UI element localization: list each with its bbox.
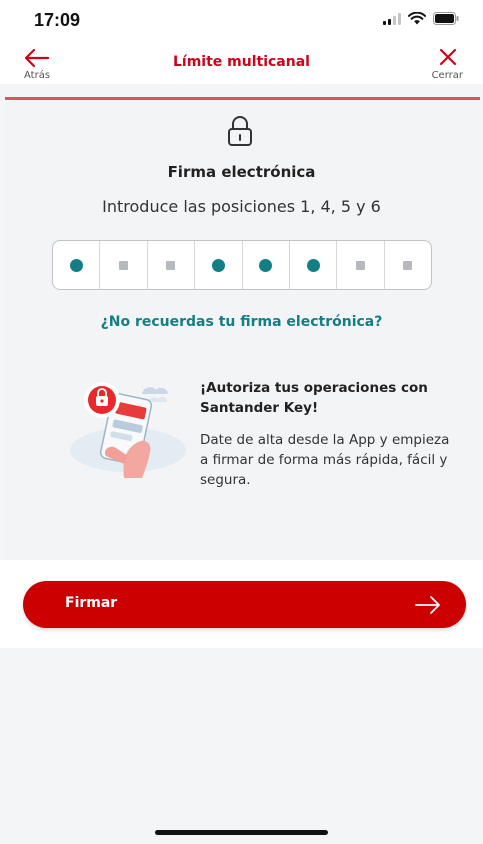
position-cell-2[interactable]	[100, 241, 148, 289]
close-icon	[439, 48, 457, 66]
pin-mark	[69, 258, 83, 272]
battery-icon	[433, 12, 459, 25]
status-time: 17:09	[34, 10, 81, 30]
promo-title: ¡Autoriza tus operaciones con Santander …	[200, 380, 428, 416]
pin-mark	[403, 260, 413, 270]
wifi-icon	[408, 12, 426, 25]
pin-mark	[259, 258, 273, 272]
pin-mark	[211, 258, 225, 272]
position-cell-5[interactable]	[243, 241, 290, 289]
close-button[interactable]: Cerrar	[419, 46, 463, 82]
back-label: Atrás	[24, 70, 51, 81]
status-icons	[383, 12, 459, 25]
signature-positions	[52, 240, 432, 290]
page-title: Límite multicanal	[173, 54, 310, 70]
position-cell-4[interactable]	[195, 241, 243, 289]
position-cell-6[interactable]	[290, 241, 338, 289]
sign-button-label: Firmar	[65, 595, 118, 611]
position-cell-7[interactable]	[337, 241, 385, 289]
signature-title: Firma electrónica	[167, 163, 316, 181]
position-cell-8[interactable]	[385, 241, 431, 289]
close-label: Cerrar	[431, 70, 463, 81]
forgot-signature-link[interactable]: ¿No recuerdas tu firma electrónica?	[0, 314, 483, 330]
positions-instruction: Introduce las posiciones 1, 4, 5 y 6	[102, 197, 381, 216]
position-cell-1[interactable]	[53, 241, 101, 289]
pin-mark	[306, 258, 320, 272]
santander-key-illustration	[66, 372, 190, 484]
status-bar: 17:09	[0, 0, 483, 40]
lock-icon	[222, 113, 258, 149]
home-indicator	[155, 830, 328, 835]
signal-icon	[383, 12, 401, 25]
pin-mark	[166, 260, 176, 270]
pin-mark	[355, 260, 365, 270]
promo-body: Date de alta desde la App y empieza a fi…	[200, 432, 450, 488]
sign-button[interactable]: Firmar	[23, 581, 466, 628]
arrow-right-icon	[415, 596, 440, 614]
position-cell-3[interactable]	[148, 241, 196, 289]
pin-mark	[119, 260, 129, 270]
nav-bar: Atrás Límite multicanal Cerrar	[0, 40, 483, 84]
